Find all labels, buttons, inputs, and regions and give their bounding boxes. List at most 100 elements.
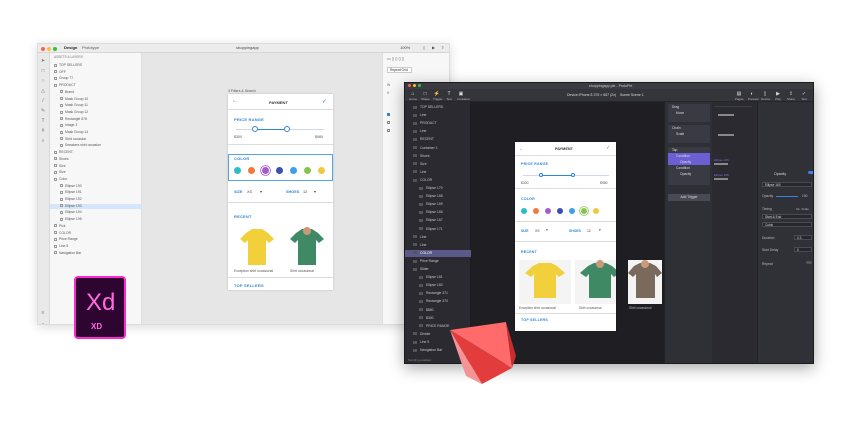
pp-layer-item[interactable]: Ellipse 168 bbox=[405, 193, 471, 200]
product-card-2[interactable] bbox=[284, 225, 330, 267]
color-swatch[interactable] bbox=[248, 167, 255, 174]
layer-item[interactable]: Mask Group 12 bbox=[50, 110, 142, 115]
pp-layer-item[interactable]: Line bbox=[405, 112, 471, 119]
back-arrow-icon[interactable]: ← bbox=[232, 98, 238, 104]
pp-product-card-2[interactable] bbox=[575, 260, 616, 304]
zoom-level[interactable]: 100% bbox=[400, 45, 410, 50]
response-move[interactable]: Move bbox=[668, 110, 710, 116]
color-swatch[interactable] bbox=[318, 167, 325, 174]
artboard-tool-icon[interactable]: # bbox=[40, 129, 46, 134]
color-swatch[interactable] bbox=[276, 167, 283, 174]
layer-item[interactable]: Price Range bbox=[50, 237, 142, 242]
duration-input[interactable]: 0.3 bbox=[794, 235, 812, 240]
zoom-dot[interactable] bbox=[53, 47, 57, 51]
pp-layer-item[interactable]: RECENT bbox=[405, 136, 471, 143]
play-button[interactable]: ▶ Play bbox=[774, 91, 782, 101]
layer-item[interactable]: Ellipse 195 bbox=[50, 217, 142, 222]
pp-slider-max-handle[interactable] bbox=[571, 173, 575, 177]
preview-button[interactable]: ◐ Preview bbox=[748, 91, 759, 101]
start-delay-input[interactable]: 0 bbox=[794, 247, 812, 252]
plugins-icon[interactable]: ● bbox=[40, 323, 46, 325]
pp-layer-item[interactable]: Line bbox=[405, 128, 471, 135]
pp-close-dot[interactable] bbox=[408, 84, 411, 87]
device-button[interactable]: ▯ Device bbox=[761, 91, 770, 101]
pp-layer-item[interactable]: Ellipse 166 bbox=[405, 209, 471, 216]
layer-item[interactable]: Size bbox=[50, 170, 142, 175]
ellipse-tool-icon[interactable]: ○ bbox=[40, 79, 46, 84]
reverse-select[interactable]: Start & End bbox=[762, 214, 812, 219]
timeline-bar-move[interactable] bbox=[718, 114, 734, 116]
response-opacity-2[interactable]: Opacity bbox=[668, 171, 710, 177]
opacity-slider[interactable] bbox=[776, 196, 798, 197]
tap-trigger-card[interactable]: Tap Condition Opacity Condition Opacity bbox=[668, 147, 710, 185]
tab-prototype[interactable]: Prototype bbox=[82, 45, 99, 50]
product-card-1[interactable] bbox=[234, 225, 280, 267]
pp-layer-item[interactable]: Ellipse 181 bbox=[405, 274, 471, 281]
pp-product-card-3[interactable] bbox=[628, 260, 662, 304]
pp-layer-item[interactable]: PRODUCT bbox=[405, 120, 471, 127]
scene-select[interactable]: Scene Scene 1 bbox=[620, 93, 644, 97]
layer-item[interactable]: Shoes bbox=[50, 157, 142, 162]
pp-layer-item[interactable]: Slider bbox=[405, 266, 471, 273]
target-select[interactable]: Ellipse 160 bbox=[762, 182, 812, 187]
pp-minimize-dot[interactable] bbox=[413, 84, 416, 87]
device-select[interactable]: Device iPhone 8 375 × 667 (2x) bbox=[567, 93, 616, 97]
layer-item[interactable]: Pick bbox=[50, 224, 142, 229]
pp-shoes-value[interactable]: 12 bbox=[587, 229, 591, 233]
pp-color-swatch[interactable] bbox=[545, 208, 551, 214]
layer-item[interactable]: Shirt occasion bbox=[50, 137, 142, 142]
pp-layer-item[interactable]: Rectangle 370 bbox=[405, 298, 471, 305]
layer-item[interactable]: Navigation Bar bbox=[50, 251, 142, 256]
pp-layer-item[interactable]: Rectangle 371 bbox=[405, 290, 471, 297]
layer-item[interactable]: RECENT bbox=[50, 150, 142, 155]
pp-layer-item[interactable]: Ellipse 180 bbox=[405, 282, 471, 289]
layer-item[interactable]: Color bbox=[50, 177, 142, 182]
pp-slider-min-handle[interactable] bbox=[539, 173, 543, 177]
layer-item[interactable]: PRODUCT bbox=[50, 83, 142, 88]
slider-max-handle[interactable] bbox=[284, 126, 290, 132]
response-toggle[interactable] bbox=[808, 171, 813, 174]
layer-item[interactable]: Ellipse 193 bbox=[50, 203, 142, 209]
pp-color-swatch[interactable] bbox=[569, 208, 575, 214]
pp-layer-item[interactable]: Line bbox=[405, 242, 471, 249]
line-tool-icon[interactable]: / bbox=[40, 99, 46, 104]
close-dot[interactable] bbox=[41, 47, 45, 51]
pp-layer-item[interactable]: Price Range bbox=[405, 258, 471, 265]
layer-item[interactable]: Group 77 bbox=[50, 76, 142, 81]
repeat-grid-button[interactable]: Repeat Grid bbox=[387, 67, 412, 73]
layer-item[interactable]: Line 5 bbox=[50, 244, 142, 249]
layer-item[interactable]: Ellipse 191 bbox=[50, 190, 142, 195]
container-button[interactable]: ▣ Container bbox=[457, 91, 470, 101]
pp-layer-item[interactable]: Size bbox=[405, 161, 471, 168]
timeline-bar-opacity-1[interactable] bbox=[714, 163, 728, 165]
pp-size-dropdown-icon[interactable]: ▾ bbox=[546, 228, 548, 232]
curve-select[interactable]: Cubic bbox=[762, 222, 812, 227]
pp-size-value[interactable]: XS bbox=[535, 229, 540, 233]
pp-check-icon[interactable]: ✓ bbox=[606, 145, 610, 151]
pen-tool-icon[interactable]: ✎ bbox=[40, 109, 46, 114]
color-swatch[interactable] bbox=[262, 167, 269, 174]
layer-item[interactable]: Brand bbox=[50, 90, 142, 95]
layer-item[interactable]: Ellipse 190 bbox=[50, 184, 142, 189]
pp-layer-item[interactable]: TOP SELLERS bbox=[405, 104, 471, 111]
shape-button[interactable]: □ Shape bbox=[421, 91, 430, 101]
color-swatch[interactable] bbox=[290, 167, 297, 174]
chain-trigger-card[interactable]: Chain Scale bbox=[668, 125, 710, 143]
check-icon[interactable]: ✓ bbox=[322, 98, 327, 105]
device-preview-icon[interactable]: ▯ bbox=[423, 45, 425, 50]
layer-item[interactable]: Ellipse 192 bbox=[50, 197, 142, 202]
pp-product-card-1[interactable] bbox=[519, 260, 571, 304]
color-swatch[interactable] bbox=[234, 167, 241, 174]
pp-back-arrow-icon[interactable]: ← bbox=[519, 146, 524, 152]
pages-button[interactable]: ▤ Pages bbox=[735, 91, 744, 101]
share-icon[interactable]: ⇪ bbox=[441, 45, 444, 50]
pp-layer-item[interactable]: Container 1 bbox=[405, 145, 471, 152]
select-tool-icon[interactable]: ➤ bbox=[40, 59, 46, 64]
pp-layer-item[interactable]: Ellipse 171 bbox=[405, 226, 471, 233]
add-trigger-button[interactable]: Add Trigger bbox=[668, 194, 710, 201]
pp-layer-item[interactable]: $880 bbox=[405, 307, 471, 314]
pp-color-swatch[interactable] bbox=[557, 208, 563, 214]
trigger-button[interactable]: ⚡ Trigger bbox=[433, 91, 442, 101]
layer-item[interactable]: Ellipse 194 bbox=[50, 210, 142, 215]
drag-trigger-card[interactable]: Drag Move bbox=[668, 104, 710, 122]
